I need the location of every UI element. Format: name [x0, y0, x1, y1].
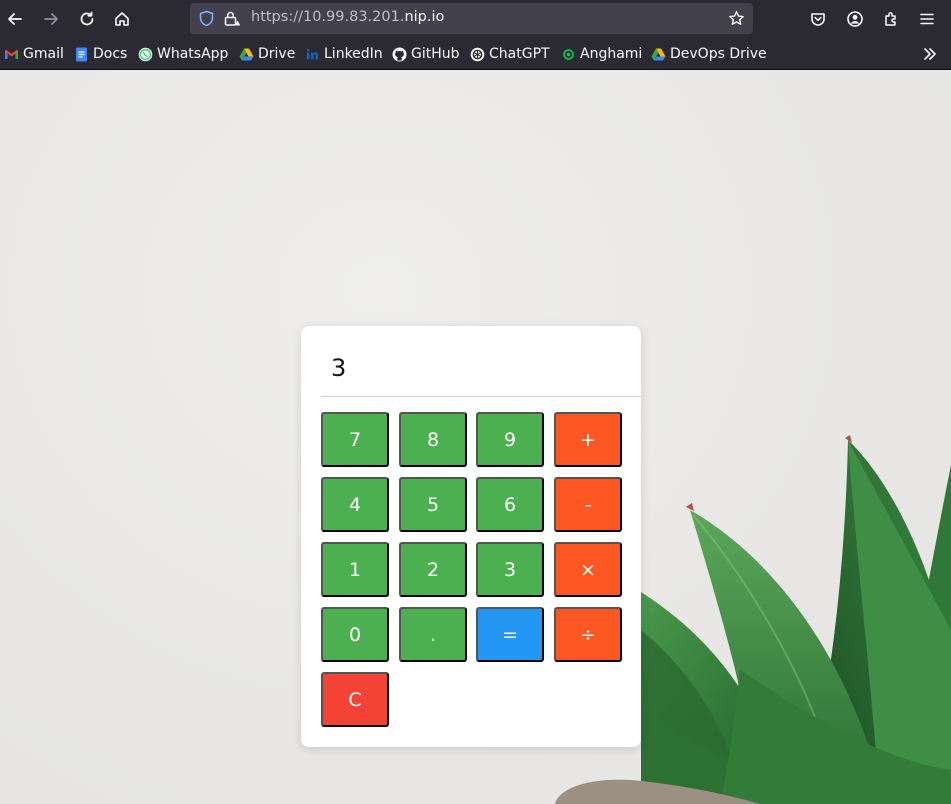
key-decimal[interactable]: . [399, 607, 467, 662]
pocket-button[interactable] [804, 5, 832, 33]
reload-button[interactable] [73, 5, 101, 33]
github-icon [392, 47, 407, 62]
bookmark-label: Gmail [23, 46, 64, 62]
key-divide[interactable]: ÷ [554, 607, 622, 662]
bookmark-label: LinkedIn [324, 46, 383, 62]
key-5[interactable]: 5 [399, 477, 467, 532]
bookmark-label: Drive [258, 46, 296, 62]
drive-icon [239, 47, 254, 62]
key-7[interactable]: 7 [321, 412, 389, 467]
key-clear[interactable]: C [321, 672, 389, 727]
key-plus[interactable]: + [554, 412, 622, 467]
back-button[interactable] [1, 5, 29, 33]
calculator-display: 3 [321, 346, 641, 397]
key-minus[interactable]: - [554, 477, 622, 532]
bookmark-linkedin[interactable]: LinkedIn [305, 44, 383, 64]
web-page: 3 7 8 9 + 4 5 6 - 1 2 3 × 0 . = ÷ C [0, 70, 951, 804]
reload-icon [80, 11, 94, 26]
key-3[interactable]: 3 [476, 542, 544, 597]
bookmarks-bar: Gmail Docs WhatsApp Drive LinkedIn GitHu… [0, 38, 951, 70]
pocket-icon [811, 13, 825, 26]
bookmarks-overflow-button[interactable] [916, 40, 944, 68]
key-multiply[interactable]: × [554, 542, 622, 597]
drive-icon [651, 47, 666, 62]
chatgpt-icon [470, 47, 485, 62]
docs-icon [74, 47, 89, 62]
home-icon [115, 12, 129, 26]
puzzle-icon [885, 12, 896, 26]
bookmark-docs[interactable]: Docs [74, 44, 127, 64]
key-4[interactable]: 4 [321, 477, 389, 532]
bookmark-gmail[interactable]: Gmail [4, 44, 64, 64]
key-0[interactable]: 0 [321, 607, 389, 662]
bookmark-whatsapp[interactable]: WhatsApp [138, 44, 228, 64]
menu-button[interactable] [913, 5, 941, 33]
bookmark-label: DevOps Drive [670, 46, 767, 62]
forward-button[interactable] [37, 5, 65, 33]
bookmark-github[interactable]: GitHub [392, 44, 460, 64]
bookmark-star-icon[interactable] [728, 10, 745, 27]
key-8[interactable]: 8 [399, 412, 467, 467]
bookmark-label: Docs [93, 46, 128, 62]
calculator: 3 7 8 9 + 4 5 6 - 1 2 3 × 0 . = ÷ C [301, 326, 641, 747]
key-6[interactable]: 6 [476, 477, 544, 532]
gmail-icon [4, 47, 19, 62]
browser-toolbar: https://10.99.83.201.nip.io [0, 0, 951, 38]
lock-warning-icon[interactable] [223, 10, 240, 27]
bookmark-label: Anghami [580, 46, 643, 62]
bookmark-label: GitHub [411, 46, 460, 62]
bookmark-drive[interactable]: Drive [239, 44, 295, 64]
url-scheme: https://10.99.83.201. [251, 9, 405, 25]
key-2[interactable]: 2 [399, 542, 467, 597]
linkedin-icon [305, 47, 320, 62]
account-button[interactable] [841, 5, 869, 33]
bookmark-chatgpt[interactable]: ChatGPT [470, 44, 550, 64]
bookmark-anghami[interactable]: Anghami [561, 44, 642, 64]
whatsapp-icon [138, 47, 153, 62]
hamburger-menu-icon [920, 13, 934, 25]
tracking-shield-icon[interactable] [198, 10, 215, 27]
anghami-icon [561, 47, 576, 62]
key-equals[interactable]: = [476, 607, 544, 662]
bookmark-devops-drive[interactable]: DevOps Drive [651, 44, 767, 64]
bookmark-label: WhatsApp [157, 46, 229, 62]
double-chevron-right-icon [924, 48, 936, 60]
key-1[interactable]: 1 [321, 542, 389, 597]
arrow-left-icon [8, 13, 22, 25]
key-9[interactable]: 9 [476, 412, 544, 467]
arrow-right-icon [44, 13, 58, 25]
extensions-button[interactable] [877, 5, 905, 33]
bookmark-label: ChatGPT [489, 46, 550, 62]
url-text[interactable]: https://10.99.83.201.nip.io [251, 9, 444, 25]
account-icon [847, 11, 863, 27]
address-bar[interactable]: https://10.99.83.201.nip.io [190, 3, 753, 34]
url-host: nip.io [404, 9, 445, 25]
home-button[interactable] [108, 5, 136, 33]
